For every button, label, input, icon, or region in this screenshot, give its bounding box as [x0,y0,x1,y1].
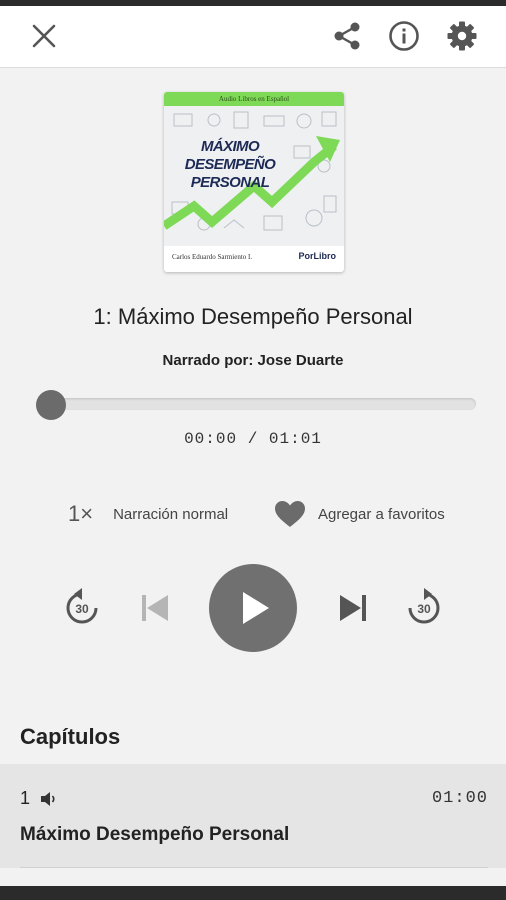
track-title: 1: Máximo Desempeño Personal [93,304,413,329]
book-cover: Audio Libros en Español MÁXIMO DESEMPEÑO… [164,92,344,272]
rewind-30-button[interactable]: 30 [60,586,104,630]
skip-previous-icon [142,595,168,621]
narrator-label: Narrado por: Jose Duarte [162,352,344,369]
play-button[interactable] [209,564,297,652]
speaker-icon [41,791,55,806]
speed-button[interactable]: 1× Narración normal [68,498,228,530]
slider-track [36,398,476,410]
forward-30-icon: 30 [408,588,440,624]
cover-banner: Audio Libros en Español [164,92,344,106]
next-button[interactable] [334,590,374,626]
chapter-divider [20,867,488,868]
settings-button[interactable] [440,14,484,58]
cover-title-line2: PERSONAL [190,174,270,191]
chapter-number-group: 1 [20,788,58,809]
playback-slider[interactable] [36,390,476,420]
gear-icon [447,21,477,51]
cover-publisher: PorLibro [298,251,337,261]
chapter-number: 1 [20,788,31,808]
info-icon [389,21,419,51]
playback-controls: 30 30 [0,560,506,656]
share-button[interactable] [325,14,369,58]
chapter-title: Máximo Desempeño Personal [20,824,290,845]
slider-thumb[interactable] [36,390,66,420]
info-button[interactable] [382,14,426,58]
time-display: 00:00 / 01:01 [184,430,322,448]
navigation-bar [0,886,506,900]
heart-icon [275,501,305,527]
cover-author: Carlos Eduardo Sarmiento I. [172,253,253,261]
rewind-30-icon: 30 [66,588,98,624]
skip-next-icon [340,595,366,621]
header [0,6,506,68]
cover-title: MÁXIMO DESEMPEÑO PERSONAL [170,138,290,192]
share-icon [334,22,360,50]
rewind-seconds: 30 [75,602,89,616]
chapters-heading: Capítulos [20,724,121,749]
forward-30-button[interactable]: 30 [402,586,446,630]
close-button[interactable] [22,14,66,58]
forward-seconds: 30 [417,602,431,616]
speed-value: 1× [68,501,94,526]
favorite-label: Agregar a favoritos [318,505,445,523]
cover-title-line1: MÁXIMO DESEMPEÑO [184,138,276,173]
play-icon [243,592,269,624]
chapter-duration: 01:00 [431,789,488,808]
favorite-button[interactable]: Agregar a favoritos [274,498,445,530]
close-icon [32,24,56,48]
previous-button[interactable] [134,590,174,626]
chapter-row[interactable]: 1 01:00 Máximo Desempeño Personal [0,764,506,868]
speed-label: Narración normal [113,505,229,523]
